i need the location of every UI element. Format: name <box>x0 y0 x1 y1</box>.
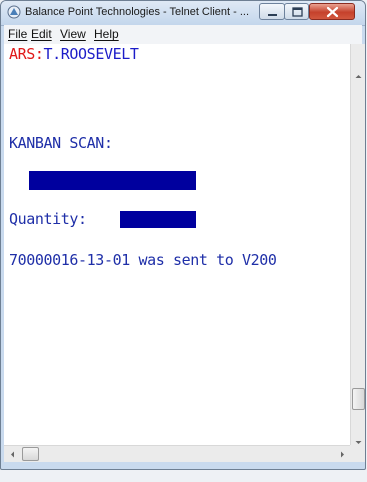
quantity-label: Quantity: <box>9 210 87 228</box>
menu-help[interactable]: Help <box>94 27 119 41</box>
telnet-window: Balance Point Technologies - Telnet Clie… <box>0 0 366 470</box>
scroll-right-icon[interactable] <box>338 450 347 459</box>
kanban-scan-input[interactable] <box>29 171 196 190</box>
scrollbar-corner <box>350 445 365 462</box>
horizontal-scrollbar[interactable] <box>4 445 350 462</box>
user-name: T.ROOSEVELT <box>43 45 139 63</box>
user-prefix: ARS: <box>9 45 44 63</box>
vertical-scrollbar[interactable] <box>350 44 365 445</box>
terminal-screen[interactable]: ARS:T.ROOSEVELT KANBAN SCAN: Quantity: 7… <box>4 44 350 445</box>
close-icon <box>326 6 339 18</box>
title-bar[interactable]: Balance Point Technologies - Telnet Clie… <box>1 1 365 26</box>
horizontal-scroll-thumb[interactable] <box>22 447 39 461</box>
minimize-button[interactable] <box>259 3 285 20</box>
window-title: Balance Point Technologies - Telnet Clie… <box>25 6 250 18</box>
vertical-scroll-thumb[interactable] <box>352 388 365 410</box>
menu-file[interactable]: File <box>8 27 27 41</box>
scroll-up-icon[interactable] <box>354 72 363 81</box>
telnet-app-icon <box>7 5 21 19</box>
menu-bar: File Edit View Help <box>4 25 362 44</box>
menu-view[interactable]: View <box>60 27 86 41</box>
quantity-input[interactable] <box>120 211 196 228</box>
maximize-button[interactable] <box>284 3 309 20</box>
close-button[interactable] <box>309 3 355 20</box>
scroll-left-icon[interactable] <box>8 450 17 459</box>
maximize-icon <box>292 7 303 17</box>
menu-edit[interactable]: Edit <box>31 27 52 41</box>
kanban-scan-label: KANBAN SCAN: <box>9 134 113 152</box>
user-line: ARS:T.ROOSEVELT <box>9 45 139 63</box>
status-message: 70000016-13-01 was sent to V200 <box>9 251 277 269</box>
minimize-icon <box>268 14 277 16</box>
